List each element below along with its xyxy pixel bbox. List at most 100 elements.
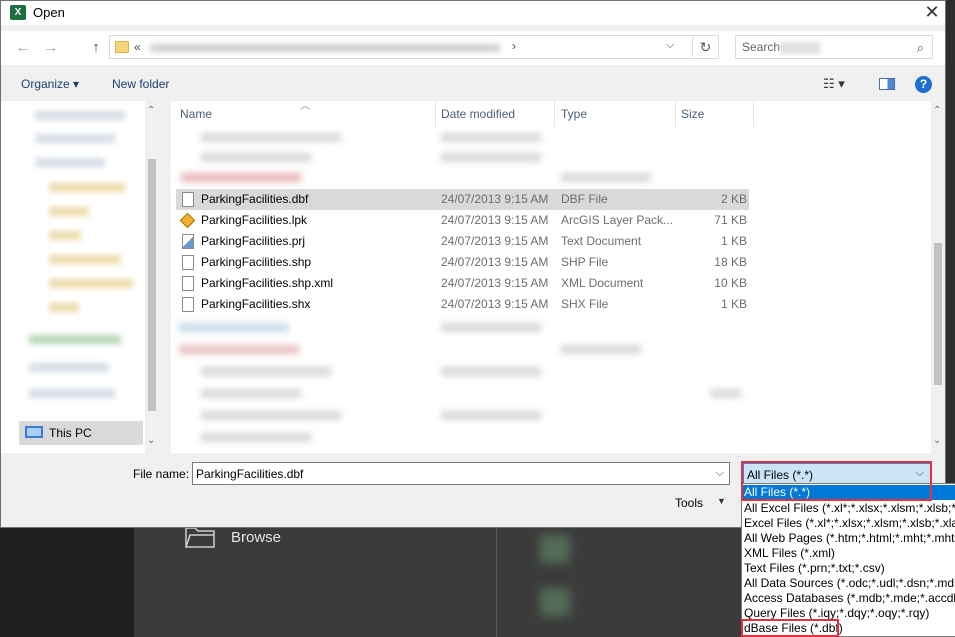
nav-scroll-thumb[interactable] [148,159,156,411]
refresh-button[interactable]: ↻ [692,37,718,57]
file-name-value: ParkingFacilities.dbf [196,467,304,481]
chevron-down-icon[interactable]: ⌵ [716,467,724,480]
blurred-nav-item[interactable] [49,231,81,240]
file-type-option[interactable]: Text Files (*.prn;*.txt;*.csv) [742,561,955,576]
blurred-nav-item[interactable] [49,303,79,312]
back-button[interactable]: ← [14,39,32,57]
column-separator[interactable] [675,101,676,127]
column-separator[interactable] [435,101,436,127]
address-bar[interactable]: « › ⌵ ↻ [109,35,719,59]
tools-button[interactable]: Tools [675,496,703,510]
file-type-option[interactable]: Access Databases (*.mdb;*.mde;*.accdb; [742,591,955,606]
file-size: 10 KB [714,276,747,290]
blurred-nav-item[interactable] [49,255,121,264]
table-row[interactable]: ParkingFacilities.shp 24/07/2013 9:15 AM… [176,252,749,273]
column-header-date[interactable]: Date modified [441,107,515,121]
sort-ascending-icon: ︿ [300,101,310,112]
caret-down-icon[interactable]: ▼ [717,496,726,506]
column-header-type[interactable]: Type [561,107,587,121]
file-type: SHP File [561,255,609,269]
table-row[interactable]: ParkingFacilities.lpk 24/07/2013 9:15 AM… [176,210,749,231]
scroll-down-icon[interactable]: ⌄ [147,435,155,446]
blurred-file-row[interactable] [201,367,331,376]
blurred-nav-item[interactable] [29,389,115,398]
scroll-up-icon[interactable]: ⌃ [933,105,941,116]
file-type: DBF File [561,192,608,206]
column-headers: ︿ Name Date modified Type Size [171,101,931,127]
file-type-option[interactable]: All Web Pages (*.htm;*.html;*.mht;*.mhtm… [742,531,955,546]
file-type-option[interactable]: All Excel Files (*.xl*;*.xlsx;*.xlsm;*.x… [742,501,955,516]
address-dropdown-icon[interactable]: ⌵ [666,39,674,52]
nav-item-this-pc[interactable]: This PC [19,421,143,445]
blurred-file-row[interactable] [179,345,299,354]
close-button[interactable]: ✕ [919,1,945,25]
help-icon[interactable]: ? [915,76,932,93]
table-row[interactable]: ParkingFacilities.prj 24/07/2013 9:15 AM… [176,231,749,252]
search-input[interactable]: Search ⌕ [735,35,933,59]
change-view-button[interactable]: ☷ ▾ [823,76,845,92]
blurred-file-row[interactable] [561,173,651,182]
breadcrumb-arrow-icon[interactable]: › [512,39,516,53]
address-overflow-chevron[interactable]: « [134,40,141,54]
nav-scrollbar[interactable]: ⌃ ⌄ [145,101,159,453]
file-list-scrollbar[interactable]: ⌃ ⌄ [931,101,945,453]
blurred-file-row[interactable] [179,323,289,332]
table-row[interactable]: ParkingFacilities.shp.xml 24/07/2013 9:1… [176,273,749,294]
blurred-nav-item[interactable] [35,158,105,167]
file-date: 24/07/2013 9:15 AM [441,234,549,248]
blurred-file-row[interactable] [441,367,541,376]
blurred-file-row[interactable] [441,411,541,420]
blurred-nav-item[interactable] [49,207,89,216]
column-header-size[interactable]: Size [681,107,704,121]
up-button[interactable]: ↑ [87,39,105,57]
blurred-file-row[interactable] [441,153,541,162]
blurred-file-row[interactable] [201,433,311,442]
organize-button[interactable]: Organize ▾ [21,77,79,91]
table-row[interactable]: ParkingFacilities.dbf 24/07/2013 9:15 AM… [176,189,749,210]
blurred-thumbnail [540,535,570,563]
blurred-file-row[interactable] [201,411,341,420]
file-name-input[interactable]: ParkingFacilities.dbf ⌵ [192,462,730,485]
file-icon [182,276,194,291]
blurred-file-row[interactable] [441,323,541,332]
blurred-file-row[interactable] [711,389,741,398]
new-folder-button[interactable]: New folder [112,77,169,91]
file-type-option[interactable]: Excel Files (*.xl*;*.xlsx;*.xlsm;*.xlsb;… [742,516,955,531]
blurred-nav-item[interactable] [49,279,133,288]
forward-button[interactable]: → [42,39,60,57]
file-name: ParkingFacilities.shp [201,255,312,269]
blurred-nav-item[interactable] [49,183,125,192]
file-type: XML Document [561,276,644,290]
browse-label[interactable]: Browse [231,529,281,546]
blurred-search-term [780,42,820,54]
file-name: ParkingFacilities.dbf [201,192,309,206]
blurred-nav-item[interactable] [35,111,125,120]
dialog-title: Open [33,5,65,20]
file-type: ArcGIS Layer Pack... [561,213,674,227]
blurred-file-row[interactable] [201,153,311,162]
file-scroll-thumb[interactable] [934,243,942,385]
preview-pane-icon[interactable] [879,78,895,90]
nav-item-label: This PC [49,426,92,440]
blurred-path [150,44,500,52]
blurred-file-row[interactable] [201,389,301,398]
file-type-option[interactable]: All Data Sources (*.odc;*.udl;*.dsn;*.md… [742,576,955,591]
blurred-file-row[interactable] [441,133,541,142]
file-type-option[interactable]: XML Files (*.xml) [742,546,955,561]
blurred-file-row[interactable] [181,173,301,182]
blurred-nav-item[interactable] [29,363,109,372]
scroll-up-icon[interactable]: ⌃ [147,105,155,116]
layer-package-icon [179,212,196,229]
file-name-label: File name: [133,467,190,481]
file-name: ParkingFacilities.shx [201,297,311,311]
column-separator[interactable] [753,101,754,127]
table-row[interactable]: ParkingFacilities.shx 24/07/2013 9:15 AM… [176,294,749,315]
blurred-file-row[interactable] [201,133,341,142]
column-separator[interactable] [554,101,555,127]
search-icon[interactable]: ⌕ [917,40,924,56]
scroll-down-icon[interactable]: ⌄ [933,435,941,446]
blurred-nav-item[interactable] [35,134,115,143]
blurred-nav-item[interactable] [29,335,121,344]
column-header-name[interactable]: Name [180,107,212,121]
blurred-file-row[interactable] [561,345,641,354]
